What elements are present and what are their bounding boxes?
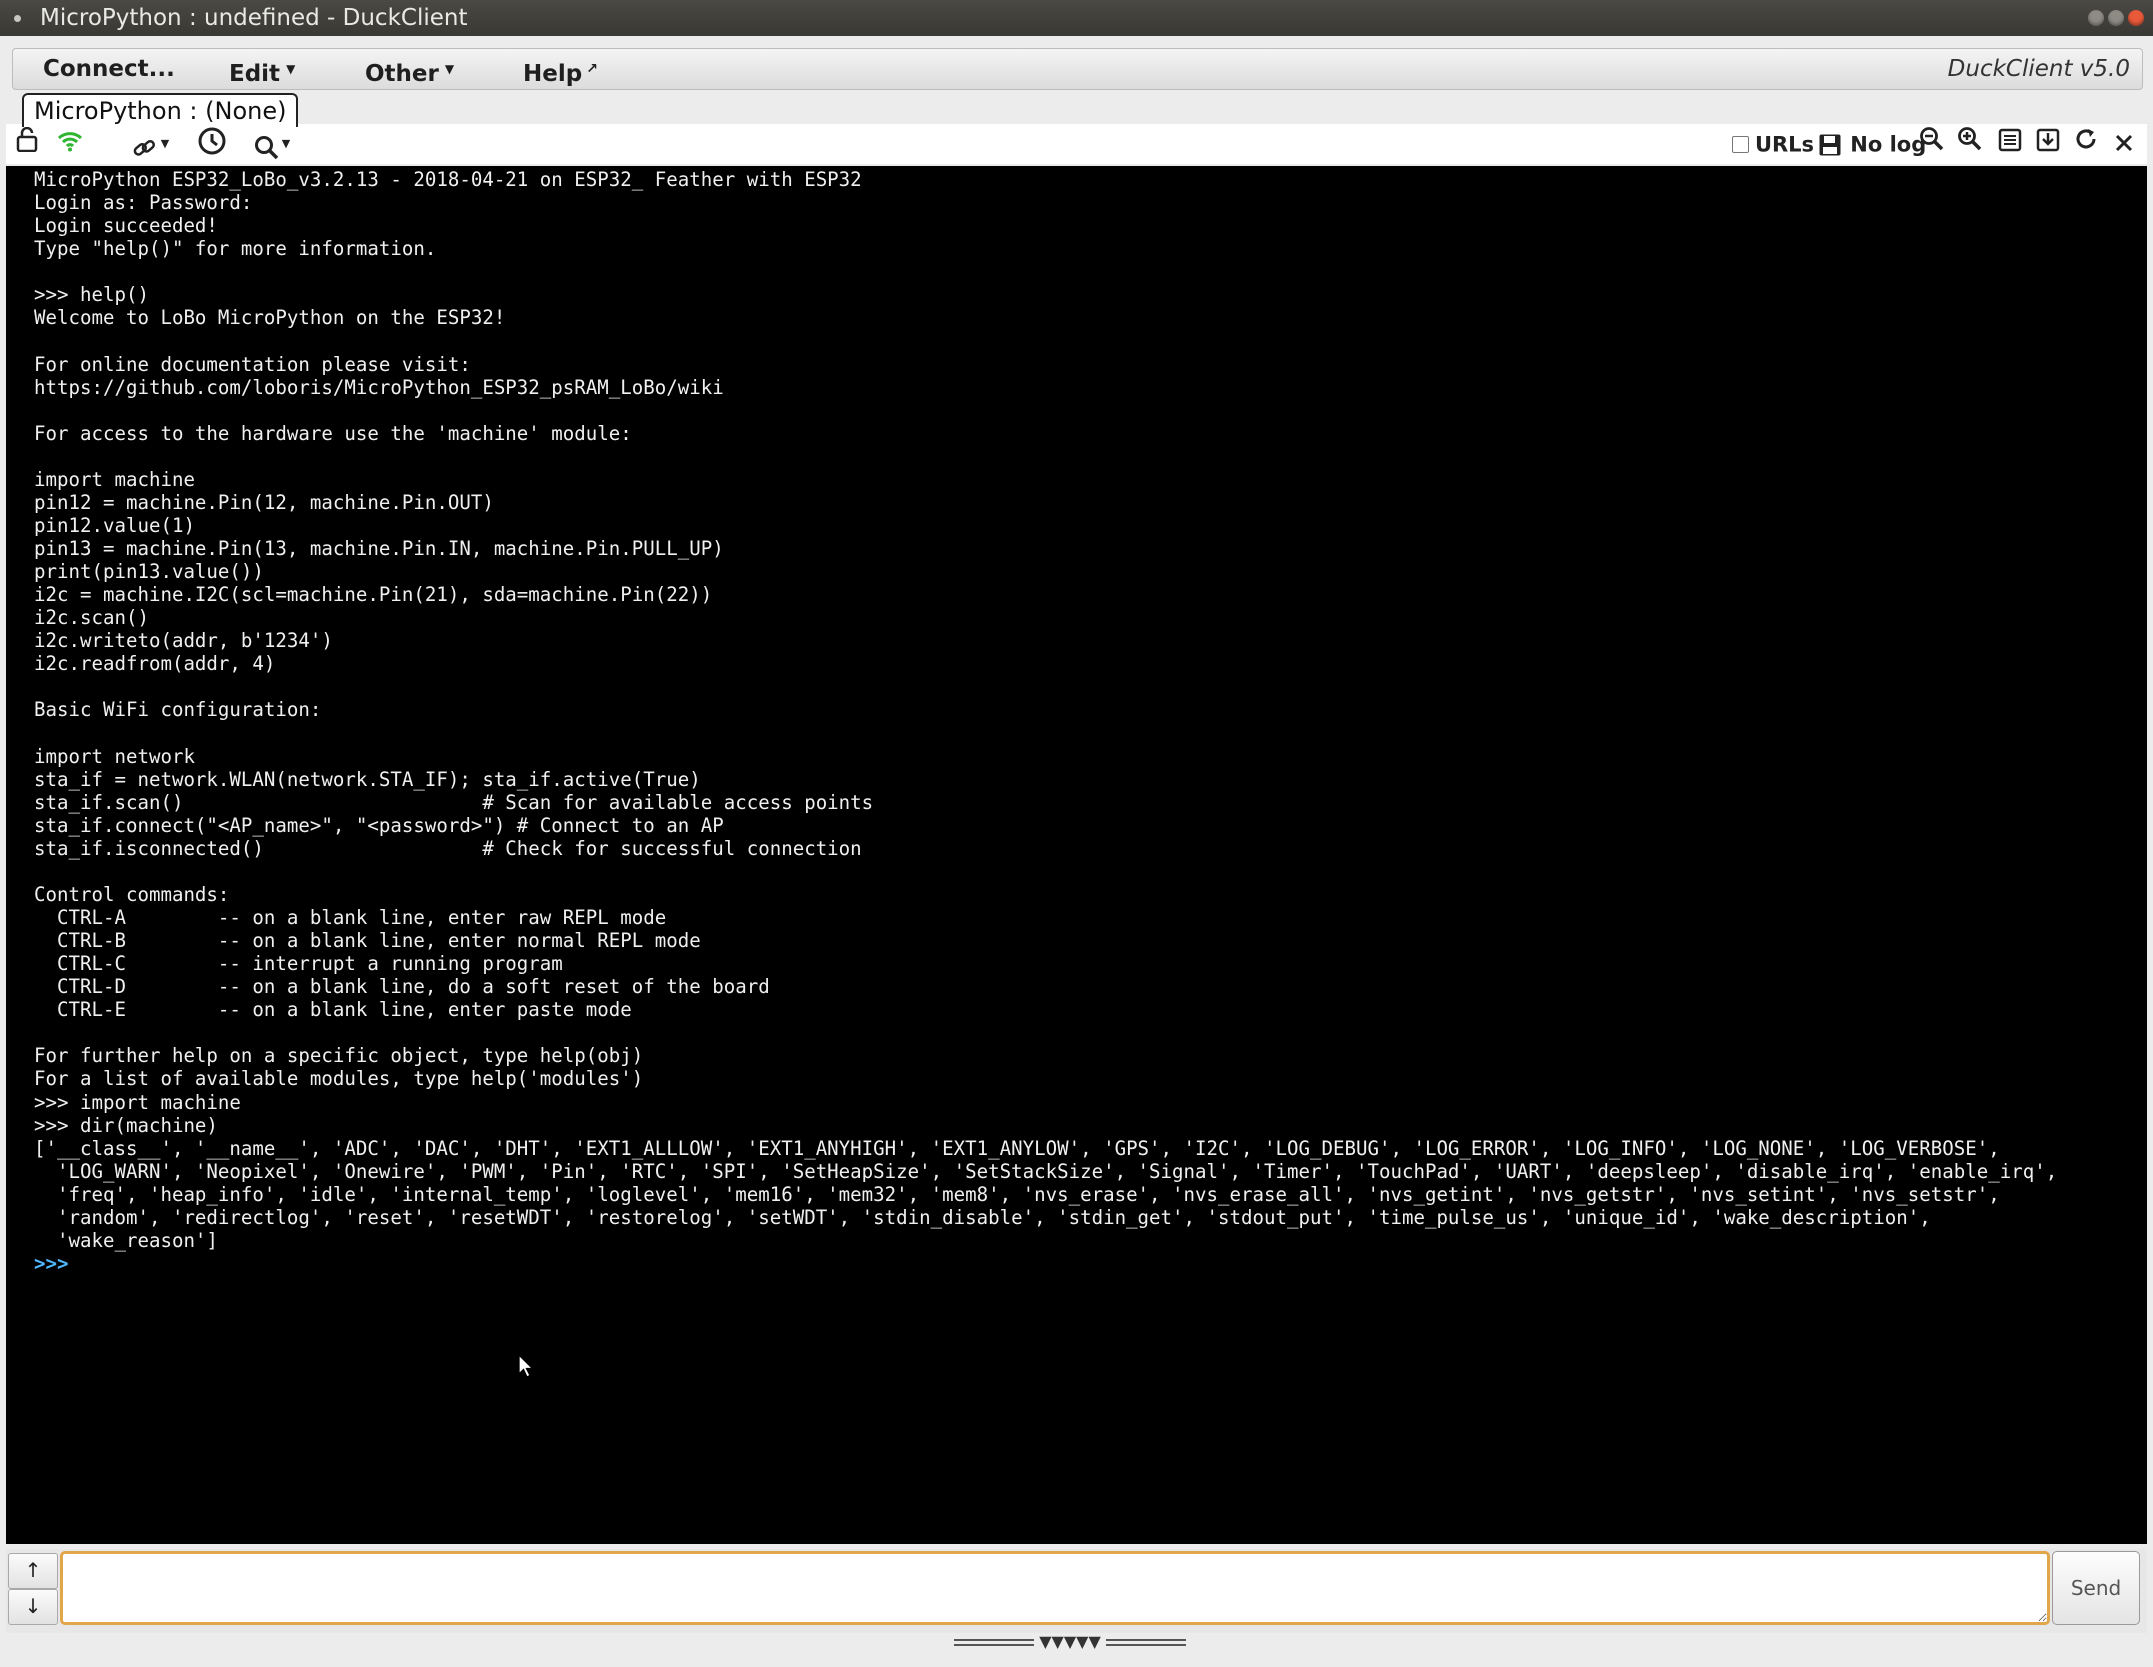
mouse-cursor-icon — [518, 1353, 535, 1384]
command-input[interactable] — [60, 1551, 2050, 1625]
log-label: No log — [1850, 132, 1927, 157]
splitter-arrows: ▼▼▼▼▼ — [1039, 1632, 1101, 1651]
connect-menu-label: Connect... — [43, 56, 175, 82]
command-input-area: ↑ ↓ Send — [6, 1549, 2147, 1633]
app-version: DuckClient v5.0 — [1947, 56, 2130, 82]
panel-splitter[interactable]: ▼▼▼▼▼ — [940, 1632, 1200, 1652]
window-menu-icon[interactable] — [14, 15, 21, 22]
maximize-icon[interactable] — [2108, 10, 2124, 26]
session-toolbar: ▼ ▼ URLs No log — [6, 124, 2147, 164]
menu-bar: Connect... Edit ▼ Other ▼ Help ↗ DuckClient… — [12, 48, 2143, 90]
wifi-icon[interactable] — [50, 126, 90, 162]
caret-down-icon: ▼ — [160, 137, 170, 150]
urls-toggle[interactable]: URLs — [1730, 126, 1816, 162]
clock-icon[interactable] — [190, 126, 234, 162]
caret-down-icon: ▼ — [286, 62, 296, 76]
caret-down-icon: ▼ — [281, 137, 291, 150]
tab-micropython[interactable]: MicroPython : (None) — [22, 93, 299, 127]
connect-menu[interactable]: Connect... — [43, 49, 175, 89]
caret-down-icon: ▼ — [444, 62, 455, 76]
zoom-in-icon[interactable] — [1954, 126, 1986, 162]
download-icon[interactable] — [2032, 126, 2064, 162]
terminal-text: MicroPython ESP32_LoBo_v3.2.13 - 2018-04… — [34, 168, 2057, 1275]
other-menu[interactable]: Other ▼ — [365, 49, 454, 89]
window-titlebar: MicroPython : undefined - DuckClient — [0, 0, 2153, 36]
send-button[interactable]: Send — [2052, 1551, 2140, 1625]
zoom-out-icon[interactable] — [1916, 126, 1948, 162]
reload-icon[interactable] — [2070, 126, 2102, 162]
edit-menu[interactable]: Edit ▼ — [229, 49, 295, 89]
window-title: MicroPython : undefined - DuckClient — [40, 5, 468, 31]
splitter-grip-right — [1105, 1639, 1186, 1646]
close-icon[interactable] — [2110, 126, 2138, 162]
minimize-icon[interactable] — [2088, 10, 2104, 26]
repl-prompt: >>> — [34, 1251, 69, 1275]
external-link-icon: ↗ — [586, 61, 598, 77]
edit-menu-label: Edit — [229, 61, 281, 87]
link-icon[interactable]: ▼ — [122, 126, 178, 162]
terminal-output[interactable]: MicroPython ESP32_LoBo_v3.2.13 - 2018-04… — [6, 166, 2147, 1544]
history-up-button[interactable]: ↑ — [8, 1553, 58, 1589]
log-toggle[interactable]: No log — [1818, 126, 1926, 162]
help-menu[interactable]: Help ↗ — [523, 49, 598, 89]
history-down-button[interactable]: ↓ — [8, 1589, 58, 1625]
terminal-output-text: MicroPython ESP32_LoBo_v3.2.13 - 2018-04… — [34, 168, 2058, 1252]
urls-checkbox[interactable] — [1731, 136, 1749, 153]
window-close-icon[interactable] — [2128, 10, 2144, 26]
urls-label: URLs — [1754, 132, 1815, 157]
lock-open-icon[interactable] — [10, 126, 44, 162]
help-menu-label: Help — [523, 61, 583, 87]
other-menu-label: Other — [365, 61, 439, 87]
list-icon[interactable] — [1994, 126, 2026, 162]
splitter-grip-left — [954, 1639, 1035, 1646]
floppy-icon — [1819, 134, 1841, 155]
search-icon[interactable]: ▼ — [244, 126, 300, 162]
